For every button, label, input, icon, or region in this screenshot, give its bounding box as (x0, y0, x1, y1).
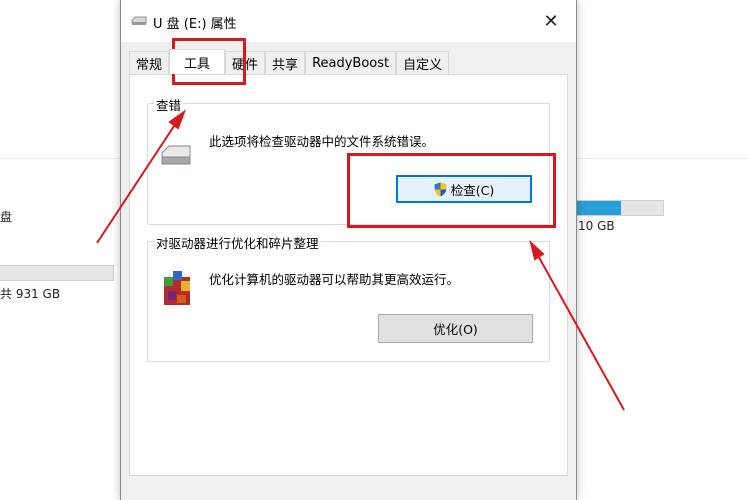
defrag-icon (164, 271, 190, 305)
close-icon: ✕ (543, 10, 559, 32)
optimize-description: 优化计算机的驱动器可以帮助其更高效运行。 (209, 272, 460, 287)
tab-customize[interactable]: 自定义 (396, 51, 450, 74)
optimize-group: 对驱动器进行优化和碎片整理 优化计算机的驱动器可以帮助其更高效运行。 优化(O) (147, 233, 550, 362)
drive-usage-bar-right (576, 200, 664, 216)
tab-bar: 常规 工具 硬件 共享 ReadyBoost 自定义 (129, 49, 450, 75)
title-bar[interactable]: U 盘 (E:) 属性 ✕ (121, 0, 576, 42)
annotation-box-check-button (347, 153, 556, 228)
error-check-legend: 查错 (154, 95, 184, 114)
optimize-legend: 对驱动器进行优化和碎片整理 (154, 233, 321, 252)
tab-sharing[interactable]: 共享 (265, 51, 306, 74)
dialog-title: U 盘 (E:) 属性 (153, 17, 237, 32)
tab-tools[interactable]: 工具 (169, 49, 226, 74)
drive-icon (131, 16, 147, 25)
drive-icon (161, 145, 191, 165)
drive-usage-fill (577, 201, 621, 215)
tab-readyboost[interactable]: ReadyBoost (305, 51, 397, 74)
tab-general[interactable]: 常规 (129, 51, 170, 74)
error-check-description: 此选项将检查驱动器中的文件系统错误。 (209, 134, 435, 149)
tools-panel: 查错 此选项将检查驱动器中的文件系统错误。 检查(C) 对驱动器进行优化和碎片整… (129, 74, 568, 476)
drive-usage-bar-left (0, 265, 114, 281)
optimize-button[interactable]: 优化(O) (378, 314, 533, 343)
drive-label-left: 盘 (0, 210, 13, 224)
close-button[interactable]: ✕ (534, 8, 568, 34)
drive-size-left: 共 931 GB (0, 287, 61, 301)
drive-size-right: 10 GB (578, 219, 615, 233)
